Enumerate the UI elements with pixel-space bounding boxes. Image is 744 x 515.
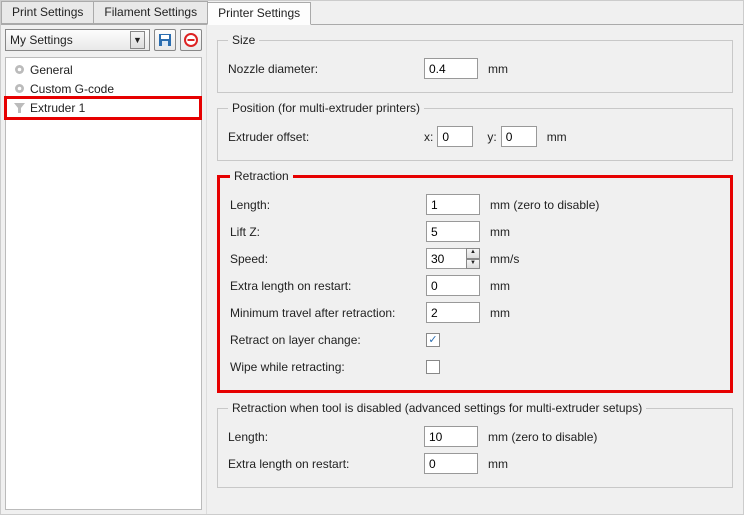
group-legend: Size [228,33,259,47]
nozzle-diameter-input[interactable] [424,58,478,79]
group-retraction: Retraction Length: mm (zero to disable) … [217,169,733,393]
unit-mm: mm [488,457,508,471]
offset-x-label: x: [424,130,433,144]
funnel-icon [12,101,26,115]
extra-length-label: Extra length on restart: [230,279,426,293]
gear-icon [12,63,26,77]
content-area: My Settings ▼ [1,25,743,514]
group-retraction-disabled: Retraction when tool is disabled (advanc… [217,401,733,488]
tab-printer-settings[interactable]: Printer Settings [207,2,311,25]
offset-y-input[interactable] [501,126,537,147]
chevron-down-icon: ▼ [130,31,145,49]
preset-selected-label: My Settings [10,33,73,47]
tab-bar: Print Settings Filament Settings Printer… [1,1,743,25]
chevron-up-icon: ▲ [466,248,480,259]
speed-label: Speed: [230,252,426,266]
sidebar-item-extruder-1[interactable]: Extruder 1 [6,98,201,117]
save-preset-button[interactable] [154,29,176,51]
unit-mm: mm [547,130,567,144]
group-legend: Retraction when tool is disabled (advanc… [228,401,646,415]
unit-mm: mm [490,279,510,293]
rd-extra-label: Extra length on restart: [228,457,424,471]
delete-preset-button[interactable] [180,29,202,51]
retraction-length-label: Length: [230,198,426,212]
liftz-label: Lift Z: [230,225,426,239]
preset-row: My Settings ▼ [5,29,202,51]
group-legend: Position (for multi-extruder printers) [228,101,424,115]
sidebar-item-label: Custom G-code [30,82,114,96]
window: Print Settings Filament Settings Printer… [0,0,744,515]
rd-length-input[interactable] [424,426,478,447]
gear-icon [12,82,26,96]
speed-input[interactable] [426,248,467,269]
rd-length-label: Length: [228,430,424,444]
sidebar: My Settings ▼ [1,25,207,514]
wipe-checkbox[interactable] [426,360,440,374]
chevron-down-icon: ▼ [466,259,480,270]
tab-print-settings[interactable]: Print Settings [1,1,94,24]
preset-select[interactable]: My Settings ▼ [5,29,150,51]
unit-mm: mm [490,225,510,239]
speed-unit: mm/s [490,252,519,266]
extruder-offset-label: Extruder offset: [228,130,424,144]
offset-x-input[interactable] [437,126,473,147]
sidebar-tree: General Custom G-code Extruder 1 [5,57,202,510]
sidebar-item-general[interactable]: General [6,60,201,79]
sidebar-item-label: Extruder 1 [30,101,85,115]
nozzle-diameter-label: Nozzle diameter: [228,62,424,76]
liftz-input[interactable] [426,221,480,242]
main-panel: Size Nozzle diameter: mm Position (for m… [207,25,743,514]
extra-length-input[interactable] [426,275,480,296]
retract-layer-label: Retract on layer change: [230,333,426,347]
group-position: Position (for multi-extruder printers) E… [217,101,733,161]
group-legend: Retraction [230,169,293,183]
wipe-label: Wipe while retracting: [230,360,426,374]
unit-mm: mm [490,306,510,320]
rd-length-unit: mm (zero to disable) [488,430,597,444]
rd-extra-input[interactable] [424,453,478,474]
speed-spinner[interactable]: ▲ ▼ [466,248,480,269]
retract-layer-checkbox[interactable] [426,333,440,347]
group-size: Size Nozzle diameter: mm [217,33,733,93]
floppy-icon [158,33,172,47]
offset-y-label: y: [487,130,496,144]
retraction-length-unit: mm (zero to disable) [490,198,599,212]
min-travel-input[interactable] [426,302,480,323]
sidebar-item-label: General [30,63,73,77]
min-travel-label: Minimum travel after retraction: [230,306,426,320]
retraction-length-input[interactable] [426,194,480,215]
tab-filament-settings[interactable]: Filament Settings [93,1,208,24]
delete-icon [184,33,198,47]
sidebar-item-custom-gcode[interactable]: Custom G-code [6,79,201,98]
unit-mm: mm [488,62,508,76]
